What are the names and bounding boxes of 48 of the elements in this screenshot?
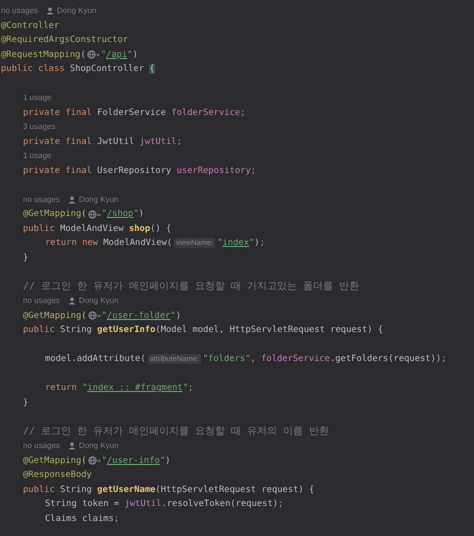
code-text: private final JwtUtil jwtUtil;	[23, 136, 182, 148]
code-text: return "index :: #fragment";	[45, 382, 194, 395]
code-comment: // 로그인 한 유저가 메인페이지를 요청할 때 가지고있는 폴더를 반환	[23, 280, 360, 294]
code-text: }	[23, 252, 28, 264]
code-text: public String getUserName(HttpServletRequest request) {	[23, 484, 314, 496]
usage-hint: no usages	[23, 295, 60, 307]
code-text: }	[23, 396, 28, 410]
code-text: private final UserRepository userRepository;	[23, 164, 256, 178]
globe-icon[interactable]	[86, 50, 100, 60]
code-text: @RequiredArgsConstructor	[1, 34, 128, 47]
code-text: public class ShopController {	[1, 63, 155, 76]
author-hint: Dong Kyun	[78, 194, 119, 206]
code-text: @RequestMapping(	[1, 48, 86, 62]
code-text: String token = jwtUtil.resolveToken(request);	[45, 498, 284, 511]
code-text: "folders", folderService.getFolders(request));	[202, 353, 446, 366]
globe-icon[interactable]	[88, 210, 101, 219]
code-text: Claims claims;	[45, 512, 120, 526]
code-text: @GetMapping(	[23, 208, 87, 221]
usage-hint: 3 usages	[23, 121, 56, 133]
code-text: @GetMapping(	[23, 454, 87, 468]
code-text: "/user-folder")	[102, 310, 182, 322]
usage-hint: no usages	[23, 194, 60, 206]
person-icon	[68, 196, 76, 204]
person-icon	[68, 442, 76, 450]
code-text: "/api")	[100, 48, 138, 62]
code-text: return new ModelAndView(	[45, 237, 172, 250]
globe-icon[interactable]	[88, 456, 101, 466]
code-text: @Controller	[1, 20, 60, 32]
code-text: public ModelAndView shop() {	[23, 222, 172, 236]
code-text: @GetMapping(	[23, 310, 87, 322]
code-text: @ResponseBody	[23, 469, 92, 482]
author-hint: Dong Kyun	[78, 440, 119, 452]
code-text: public String getUserInfo(Model model, HttpServletRequest request) {	[23, 324, 384, 337]
author-hint: Dong Kyun	[56, 5, 97, 17]
person-icon	[68, 297, 76, 306]
code-comment: // 로그인 한 유저가 메인페이지를 요청할 때 유저의 이름 반환	[23, 424, 330, 438]
author-hint: Dong Kyun	[78, 295, 119, 307]
person-icon	[46, 7, 54, 16]
globe-icon[interactable]	[88, 311, 101, 320]
usage-hint: 1 usage	[23, 92, 52, 104]
code-text: private final FolderService folderService;	[23, 106, 246, 120]
usage-hint: 1 usage	[23, 150, 52, 162]
code-text: "/user-info")	[102, 454, 170, 468]
code-text: "/shop")	[102, 208, 144, 221]
usage-hint: no usages	[1, 5, 38, 17]
usage-hint: no usages	[23, 440, 60, 452]
code-text: "index");	[217, 237, 265, 250]
code-text: model.addAttribute(	[45, 353, 146, 366]
